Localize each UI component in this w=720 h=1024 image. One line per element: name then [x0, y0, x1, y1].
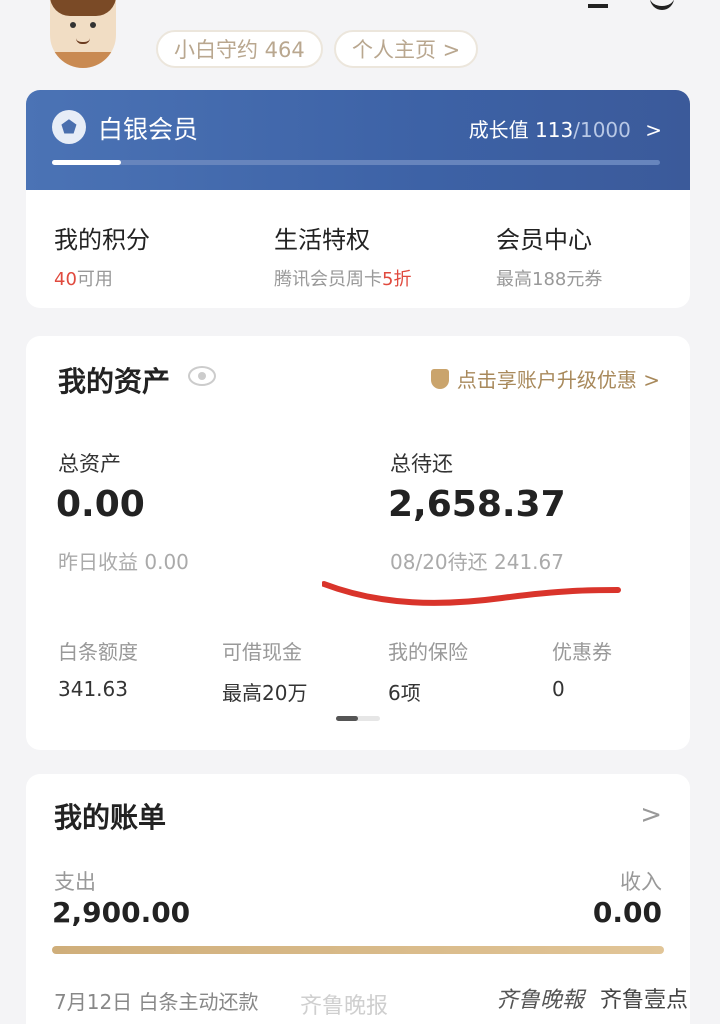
total-due-label: 总待还 — [390, 452, 453, 476]
perk-title: 会员中心 — [496, 226, 592, 254]
expense-value: 2,900.00 — [52, 896, 191, 929]
bill-title: 我的账单 — [54, 801, 167, 834]
perk-member-center[interactable]: 会员中心 最高188元券 — [496, 220, 602, 291]
chevron-right-icon[interactable]: > — [640, 800, 662, 830]
personal-home-link[interactable]: 个人主页 > — [334, 30, 479, 68]
weibo-watermark: 齐鲁晚报 — [300, 994, 389, 1019]
silver-badge-icon: ⬟ — [52, 110, 86, 144]
red-underline-annotation — [322, 581, 621, 606]
perk-title: 生活特权 — [274, 226, 370, 254]
app-watermark: 齐鲁壹点 — [600, 988, 689, 1013]
perk-title: 我的积分 — [54, 226, 150, 254]
avatar-hair — [50, 0, 116, 16]
avatar-eye-right — [90, 22, 96, 28]
bill-card[interactable]: 我的账单 > 支出 2,900.00 收入 0.00 7月12日 白条主动还款 — [26, 774, 690, 1024]
growth-progress-bar — [52, 160, 660, 165]
mini-label: 可借现金 — [222, 640, 302, 664]
growth-value[interactable]: 成长值 113/1000 > — [469, 114, 662, 143]
mini-value: 最高20万 — [222, 681, 308, 705]
avatar[interactable] — [50, 0, 116, 68]
total-due-value[interactable]: 2,658.37 — [388, 484, 566, 525]
bill-record[interactable]: 7月12日 白条主动还款 — [54, 986, 259, 1015]
growth-current: 113 — [535, 118, 574, 142]
newspaper-watermark: 齐鲁晚報 — [496, 988, 585, 1013]
total-assets-label: 总资产 — [58, 452, 121, 476]
shield-icon — [430, 368, 449, 389]
avatar-shirt — [50, 52, 116, 68]
perk-subtitle: 腾讯会员周卡5折 — [274, 269, 412, 290]
mini-value: 341.63 — [58, 677, 128, 701]
mini-value: 6项 — [388, 681, 421, 705]
my-insurance[interactable]: 我的保险 6项 — [388, 636, 468, 706]
mini-value: 0 — [552, 677, 565, 701]
membership-banner[interactable]: ⬟ 白银会员 成长值 113/1000 > — [26, 90, 690, 190]
eye-icon[interactable] — [188, 366, 216, 386]
growth-label: 成长值 — [468, 118, 529, 142]
perk-subtitle: 40可用 — [54, 269, 113, 290]
profile-header: 小白守约 464 个人主页 > — [0, 0, 720, 88]
avatar-mouth — [76, 38, 90, 44]
page-indicator-active — [336, 716, 358, 721]
baitiao-credit[interactable]: 白条额度 341.63 — [58, 636, 138, 701]
bill-ratio-bar — [52, 946, 664, 954]
credit-level-pill[interactable]: 小白守约 464 — [156, 30, 323, 68]
assets-card: 我的资产 点击享账户升级优惠 > 总资产 0.00 昨日收益 0.00 总待还 … — [26, 336, 690, 750]
perk-points[interactable]: 我的积分 40可用 — [54, 220, 150, 291]
avatar-eye-left — [70, 22, 76, 28]
membership-tier: 白银会员 — [98, 115, 199, 144]
page-indicator — [336, 716, 380, 721]
account-upgrade-link[interactable]: 点击享账户升级优惠 > — [430, 364, 660, 393]
perk-subtitle: 最高188元券 — [496, 269, 603, 290]
upgrade-link-label: 点击享账户升级优惠 > — [456, 368, 660, 392]
coupons[interactable]: 优惠券 0 — [552, 636, 612, 701]
income-label: 收入 — [620, 870, 662, 894]
chevron-right-icon: > — [645, 118, 662, 142]
total-assets-value[interactable]: 0.00 — [56, 484, 145, 525]
growth-max: /1000 — [573, 118, 631, 142]
income-value: 0.00 — [592, 896, 662, 929]
mini-label: 白条额度 — [58, 640, 138, 664]
settings-icon[interactable] — [650, 0, 674, 10]
yesterday-income: 昨日收益 0.00 — [58, 550, 189, 574]
perk-life-privilege[interactable]: 生活特权 腾讯会员周卡5折 — [274, 220, 411, 291]
message-icon[interactable] — [588, 0, 608, 8]
membership-card: ⬟ 白银会员 成长值 113/1000 > 我的积分 40可用 生活特权 腾讯会… — [26, 90, 690, 308]
borrowable-cash[interactable]: 可借现金 最高20万 — [222, 636, 307, 706]
growth-progress-fill — [52, 160, 121, 165]
mini-label: 优惠券 — [552, 640, 612, 664]
expense-label: 支出 — [54, 870, 96, 894]
next-due-amount: 08/20待还 241.67 — [390, 550, 564, 574]
mini-label: 我的保险 — [388, 640, 468, 664]
assets-title: 我的资产 — [58, 365, 171, 398]
